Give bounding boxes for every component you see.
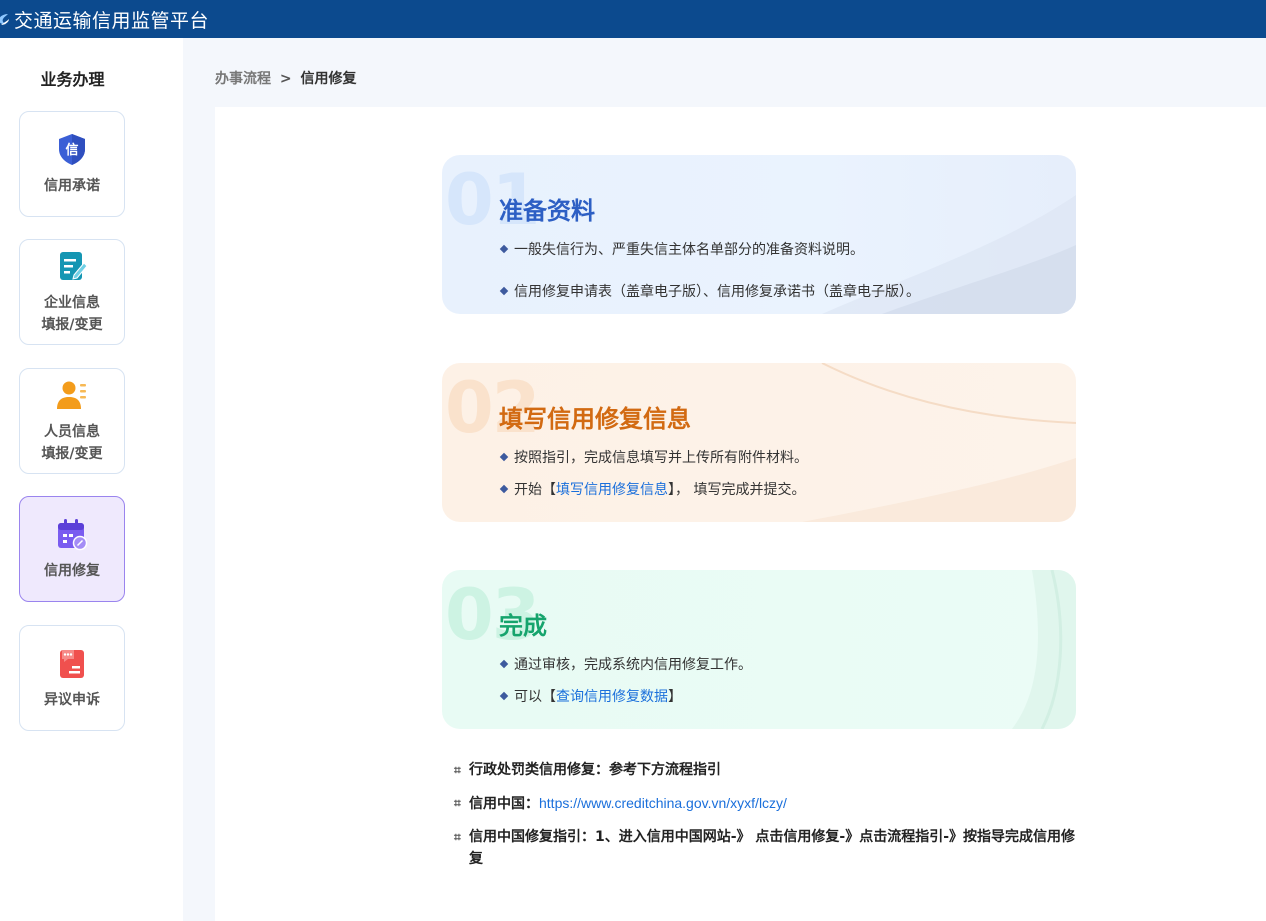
app-logo-icon [0,14,9,25]
sidebar-item-company-info[interactable]: 企业信息 填报/变更 [19,239,125,345]
breadcrumb: 办事流程 > 信用修复 [215,68,356,88]
sidebar-item-label: 异议申诉 [44,691,100,708]
chat-document-icon [60,649,84,678]
step-card-fill-info: 02 填写信用修复信息 按照指引，完成信息填写并上传所有附件材料。 开始【填写信… [442,363,1076,522]
step-card-prepare: 01 准备资料 一般失信行为、严重失信主体名单部分的准备资料说明。 信用修复申请… [442,155,1076,314]
step-title: 准备资料 [499,197,595,225]
app-title: 交通运输信用监管平台 [14,9,210,32]
sidebar-item-label: 信用修复 [44,562,100,579]
step-card-complete: 03 完成 通过审核，完成系统内信用修复工作。 可以【查询信用修复数据】 [442,570,1076,729]
hash-bullet-icon: ⌗ [454,763,461,777]
step-line: 开始【填写信用修复信息】， 填写完成并提交。 [499,479,805,499]
hash-bullet-icon: ⌗ [454,830,461,844]
shield-xin-icon: 信 [59,133,85,165]
breadcrumb-parent[interactable]: 办事流程 [215,71,271,87]
query-repair-data-link[interactable]: 查询信用修复数据 [556,689,668,705]
sidebar: 业务办理 信 信用承诺 企业信息 填报/变更 人员信息 填报/变更 信用修复 异… [0,38,183,921]
diamond-bullet-icon [499,484,509,494]
step-line: 通过审核，完成系统内信用修复工作。 [499,654,752,674]
guide-notes: ⌗ 行政处罚类信用修复：参考下方流程指引 ⌗ 信用中国：https://www.… [454,759,1084,881]
step-line: 一般失信行为、严重失信主体名单部分的准备资料说明。 [499,239,864,259]
breadcrumb-separator: > [279,71,292,87]
fill-repair-info-link[interactable]: 填写信用修复信息 [556,482,668,498]
creditchina-link[interactable]: https://www.creditchina.gov.vn/xyxf/lczy… [539,795,787,811]
diamond-bullet-icon [499,659,509,669]
step-title: 完成 [499,612,547,640]
step-line: 信用修复申请表（盖章电子版）、信用修复承诺书（盖章电子版）。 [499,281,920,301]
sidebar-item-personnel-info[interactable]: 人员信息 填报/变更 [19,368,125,474]
step-line: 可以【查询信用修复数据】 [499,686,682,706]
diamond-bullet-icon [499,244,509,254]
note-item: ⌗ 信用中国修复指引：1、进入信用中国网站-》 点击信用修复-》点击流程指引-》… [454,826,1084,870]
note-item: ⌗ 信用中国：https://www.creditchina.gov.vn/xy… [454,792,1084,815]
diamond-bullet-icon [499,691,509,701]
sidebar-item-credit-repair[interactable]: 信用修复 [19,496,125,602]
document-edit-icon [60,251,88,280]
svg-text:信: 信 [65,142,78,158]
note-item: ⌗ 行政处罚类信用修复：参考下方流程指引 [454,759,1084,781]
diamond-bullet-icon [499,452,509,462]
diamond-bullet-icon [499,286,509,296]
step-line: 按照指引，完成信息填写并上传所有附件材料。 [499,447,808,467]
sidebar-item-label: 信用承诺 [44,177,100,194]
main-content: 01 准备资料 一般失信行为、严重失信主体名单部分的准备资料说明。 信用修复申请… [215,107,1266,921]
sidebar-item-label: 人员信息 填报/变更 [41,423,103,462]
breadcrumb-current: 信用修复 [300,71,357,87]
sidebar-item-credit-commitment[interactable]: 信 信用承诺 [19,111,125,217]
sidebar-item-objection-appeal[interactable]: 异议申诉 [19,625,125,731]
sidebar-title: 业务办理 [40,70,105,89]
sidebar-item-label: 企业信息 填报/变更 [41,294,103,333]
calendar-repair-icon [58,518,88,550]
person-list-icon [57,381,86,409]
top-bar: 交通运输信用监管平台 [0,0,1266,38]
step-title: 填写信用修复信息 [499,405,691,433]
hash-bullet-icon: ⌗ [454,796,461,810]
